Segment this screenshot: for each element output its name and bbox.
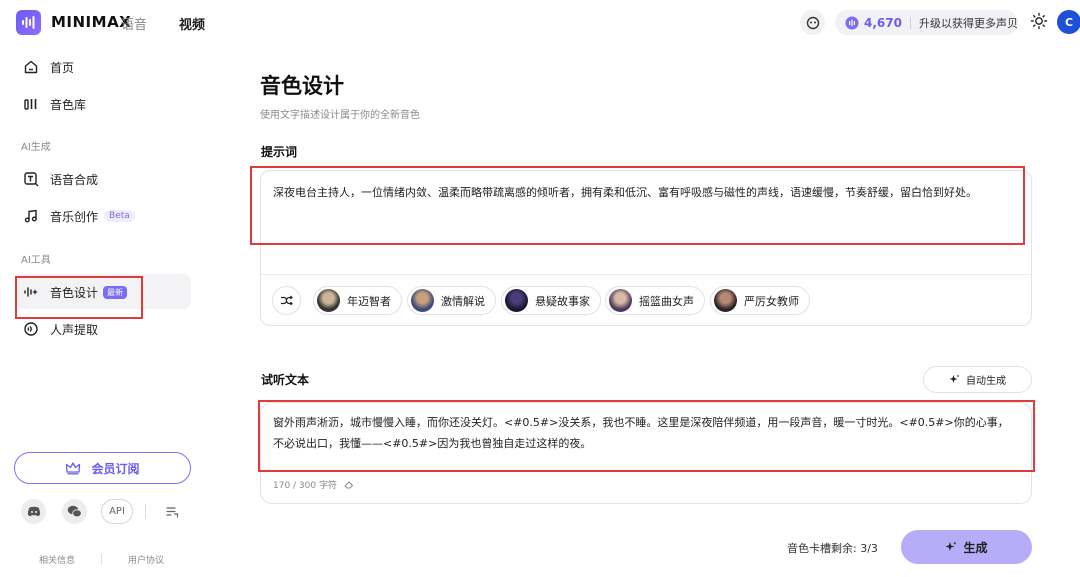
sidebar-item-vocal-extract[interactable]: 人声提取 bbox=[22, 319, 98, 339]
auto-generate-button[interactable]: 自动生成 bbox=[923, 366, 1032, 393]
voice-library-icon bbox=[22, 95, 40, 113]
preset-label: 严厉女教师 bbox=[744, 294, 799, 308]
voice-design-icon bbox=[22, 283, 40, 301]
vocal-extract-icon bbox=[22, 320, 40, 338]
prompt-section-title: 提示词 bbox=[261, 145, 298, 159]
changelog-icon[interactable] bbox=[159, 499, 184, 524]
upgrade-link[interactable]: 升级以获得更多声贝 bbox=[919, 15, 1018, 31]
preview-textarea[interactable]: 窗外雨声淅沥，城市慢慢入睡，而你还没关灯。<#0.5#>没关系，我也不睡。这里是… bbox=[273, 412, 1018, 454]
preset-chip-elderly-sage[interactable]: 年迈智者 bbox=[313, 286, 402, 315]
api-link[interactable]: API bbox=[101, 499, 133, 524]
brand-name[interactable]: MINIMAX bbox=[51, 13, 131, 31]
beta-badge: Beta bbox=[104, 210, 135, 222]
wechat-icon[interactable] bbox=[62, 499, 87, 524]
prompt-divider bbox=[261, 274, 1031, 275]
sidebar-item-tts[interactable]: 语音合成 bbox=[22, 169, 98, 189]
music-note-icon bbox=[22, 207, 40, 225]
mascot-icon[interactable] bbox=[800, 10, 825, 35]
footer-terms-link[interactable]: 用户协议 bbox=[128, 553, 164, 566]
preview-section-title: 试听文本 bbox=[261, 373, 310, 387]
preset-avatar bbox=[714, 289, 737, 312]
sidebar-item-home[interactable]: 首页 bbox=[22, 57, 74, 77]
footer-divider bbox=[145, 504, 146, 519]
tts-icon bbox=[22, 170, 40, 188]
preset-label: 年迈智者 bbox=[347, 294, 391, 308]
char-count: 170 / 300 字符 bbox=[273, 478, 354, 491]
member-subscribe-button[interactable]: 会员订阅 bbox=[14, 452, 191, 484]
shuffle-icon bbox=[281, 295, 293, 306]
footer-about-link[interactable]: 相关信息 bbox=[39, 553, 75, 566]
member-subscribe-label: 会员订阅 bbox=[91, 461, 140, 476]
sparkle-icon bbox=[949, 374, 960, 383]
preset-avatar bbox=[609, 289, 632, 312]
sidebar-item-voice-library[interactable]: 音色库 bbox=[22, 94, 86, 114]
preset-label: 悬疑故事家 bbox=[535, 294, 590, 308]
sidebar-item-music[interactable]: 音乐创作 Beta bbox=[22, 206, 135, 226]
theme-toggle-sun-icon[interactable] bbox=[1030, 12, 1048, 33]
credits-pill[interactable]: 4,670 升级以获得更多声贝 bbox=[835, 10, 1018, 35]
generate-label: 生成 bbox=[963, 540, 988, 555]
credits-divider bbox=[909, 16, 911, 29]
preset-avatar bbox=[505, 289, 528, 312]
char-count-text: 170 / 300 字符 bbox=[273, 481, 337, 491]
sparkle-icon bbox=[946, 541, 957, 551]
sidebar-item-label: 音乐创作 bbox=[50, 209, 99, 224]
preset-chip-lullaby-female[interactable]: 摇篮曲女声 bbox=[605, 286, 705, 315]
credit-coin-icon bbox=[845, 16, 859, 29]
nav-video-link[interactable]: 视频 bbox=[179, 14, 205, 33]
crown-icon bbox=[66, 462, 81, 475]
sidebar-section-ai-generate: AI生成 bbox=[21, 142, 51, 153]
preset-label: 摇篮曲女声 bbox=[639, 294, 694, 308]
preset-avatar bbox=[411, 289, 434, 312]
home-icon bbox=[22, 58, 40, 76]
generate-button[interactable]: 生成 bbox=[901, 530, 1032, 564]
sidebar-item-label: 语音合成 bbox=[50, 172, 99, 187]
sidebar-item-voice-design[interactable]: 音色设计 最新 bbox=[22, 282, 128, 302]
eraser-icon[interactable] bbox=[344, 480, 354, 489]
auto-generate-label: 自动生成 bbox=[966, 376, 1006, 387]
page-title: 音色设计 bbox=[260, 74, 344, 98]
shuffle-presets-button[interactable] bbox=[272, 286, 301, 315]
top-bar: MINIMAX 语音 视频 4,670 升级以获得更多声贝 C bbox=[0, 0, 1080, 44]
preset-chip-suspense-storyteller[interactable]: 悬疑故事家 bbox=[501, 286, 601, 315]
footer-link-divider bbox=[101, 554, 102, 564]
sidebar-item-label: 音色设计 bbox=[50, 285, 99, 300]
page-subtitle: 使用文字描述设计属于你的全新音色 bbox=[260, 110, 420, 121]
preset-chip-passionate-commentary[interactable]: 激情解说 bbox=[407, 286, 496, 315]
brand-sub-label: 语音 bbox=[121, 18, 148, 33]
sidebar-item-label: 人声提取 bbox=[50, 322, 99, 337]
new-badge: 最新 bbox=[103, 285, 128, 299]
voice-slots-remaining: 音色卡槽剩余: 3/3 bbox=[787, 542, 878, 555]
sidebar-item-label: 首页 bbox=[50, 60, 75, 75]
prompt-textarea[interactable]: 深夜电台主持人，一位情绪内敛、温柔而略带疏离感的倾听者，拥有柔和低沉、富有呼吸感… bbox=[273, 182, 1013, 204]
preset-avatar bbox=[317, 289, 340, 312]
preset-chip-strict-teacher[interactable]: 严厉女教师 bbox=[710, 286, 810, 315]
sidebar-section-ai-tools: AI工具 bbox=[21, 255, 51, 266]
preset-label: 激情解说 bbox=[441, 294, 485, 308]
credits-count: 4,670 bbox=[864, 15, 902, 30]
sidebar-item-label: 音色库 bbox=[50, 97, 87, 112]
discord-icon[interactable] bbox=[21, 499, 46, 524]
minimax-logo-icon[interactable] bbox=[16, 10, 41, 35]
user-avatar[interactable]: C bbox=[1057, 10, 1080, 34]
